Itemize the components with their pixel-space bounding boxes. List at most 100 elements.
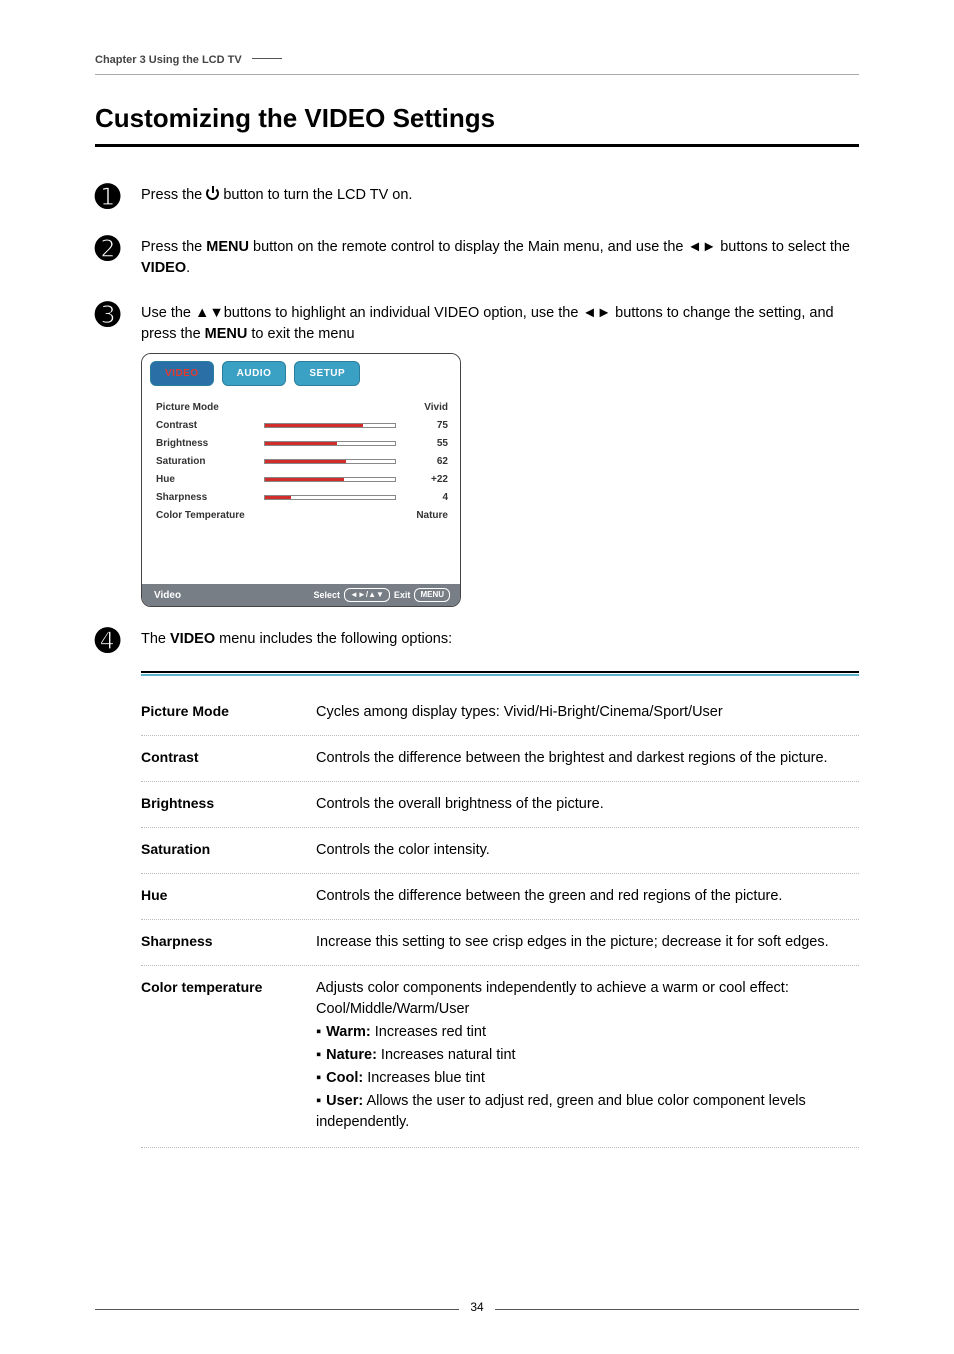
chapter-header: Chapter 3 Using the LCD TV: [95, 50, 859, 75]
osd-value-saturation: 62: [404, 456, 448, 467]
osd-tab-video[interactable]: VIDEO: [150, 361, 214, 386]
option-label-brightness: Brightness: [141, 794, 316, 811]
step-1-number: ➊: [95, 183, 141, 213]
osd-label-brightness: Brightness: [156, 438, 256, 449]
ct-user-b: User:: [326, 1093, 363, 1109]
s4-t1: The: [141, 631, 170, 647]
s2-t1: Press the: [141, 239, 206, 255]
s2-t3: .: [186, 260, 190, 276]
heading-rule: [95, 144, 859, 147]
chapter-dash: [252, 58, 282, 59]
osd-footer-title: Video: [154, 590, 181, 601]
osd-value-sharpness: 4: [404, 492, 448, 503]
osd-label-saturation: Saturation: [156, 456, 256, 467]
step-1-text-a: Press the: [141, 187, 206, 203]
ct-intro: Adjusts color components independently t…: [316, 980, 789, 1017]
option-label-picture-mode: Picture Mode: [141, 702, 316, 719]
option-desc-saturation: Controls the color intensity.: [316, 840, 859, 861]
osd-label-hue: Hue: [156, 474, 256, 485]
osd-bar-fill-contrast: [265, 424, 363, 427]
s2-t2: button on the remote control to display …: [249, 239, 850, 255]
osd-value-picture-mode: Vivid: [404, 402, 448, 413]
ct-warm-b: Warm:: [326, 1024, 371, 1040]
chapter-title: Chapter 3 Using the LCD TV: [95, 54, 242, 66]
page-footer: 34: [0, 1300, 954, 1314]
option-brightness: Brightness Controls the overall brightne…: [141, 782, 859, 828]
step-1-text: Press the button to turn the LCD TV on.: [141, 185, 859, 206]
osd-tabs: VIDEO AUDIO SETUP: [142, 354, 460, 392]
osd-bar-saturation[interactable]: [264, 459, 396, 464]
ct-user: ▪ User: Allows the user to adjust red, gr…: [316, 1091, 859, 1133]
bullet-icon: ▪: [316, 1093, 321, 1109]
step-3: ➌ Use the ▲▼buttons to highlight an indi…: [95, 303, 859, 345]
osd-bar-fill-brightness: [265, 442, 337, 445]
osd-label-color-temperature: Color Temperature: [156, 510, 245, 521]
option-sharpness: Sharpness Increase this setting to see c…: [141, 920, 859, 966]
osd-value-brightness: 55: [404, 438, 448, 449]
osd-bar-fill-hue: [265, 478, 344, 481]
osd-bar-contrast[interactable]: [264, 423, 396, 428]
step-1: ➊ Press the button to turn the LCD TV on…: [95, 185, 859, 213]
osd-tab-setup[interactable]: SETUP: [294, 361, 360, 386]
osd-row-hue: Hue +22: [156, 472, 448, 486]
step-2-number: ➋: [95, 235, 141, 265]
osd-content: Picture Mode Vivid Contrast 75 Brightnes…: [142, 392, 460, 584]
option-desc-contrast: Controls the difference between the brig…: [316, 748, 859, 769]
step-1-text-b: button to turn the LCD TV on.: [223, 187, 412, 203]
osd-bar-hue[interactable]: [264, 477, 396, 482]
step-2: ➋ Press the MENU button on the remote co…: [95, 237, 859, 279]
options-table: Picture Mode Cycles among display types:…: [141, 671, 859, 1148]
footer-rule-right: [495, 1309, 859, 1310]
osd-bar-sharpness[interactable]: [264, 495, 396, 500]
page-title: Customizing the VIDEO Settings: [95, 103, 859, 134]
option-label-saturation: Saturation: [141, 840, 316, 857]
step-3-number: ➌: [95, 301, 141, 331]
osd-bar-fill-sharpness: [265, 496, 291, 499]
ct-nature-t: Increases natural tint: [377, 1047, 516, 1063]
bullet-icon: ▪: [316, 1024, 321, 1040]
option-desc-brightness: Controls the overall brightness of the p…: [316, 794, 859, 815]
s2-b2: VIDEO: [141, 260, 186, 276]
osd-tab-audio[interactable]: AUDIO: [222, 361, 287, 386]
osd-screenshot: VIDEO AUDIO SETUP Picture Mode Vivid Con…: [141, 353, 859, 607]
osd-value-hue: +22: [404, 474, 448, 485]
bullet-icon: ▪: [316, 1070, 321, 1086]
ct-user-t: Allows the user to adjust red, green and…: [316, 1093, 806, 1130]
osd-key-menu: MENU: [414, 588, 450, 602]
osd-label-picture-mode: Picture Mode: [156, 402, 256, 413]
osd-label-sharpness: Sharpness: [156, 492, 256, 503]
step-4-text: The VIDEO menu includes the following op…: [141, 629, 859, 650]
osd-bar-brightness[interactable]: [264, 441, 396, 446]
s2-b1: MENU: [206, 239, 249, 255]
step-3-text: Use the ▲▼buttons to highlight an indivi…: [141, 303, 859, 345]
osd-row-picture-mode: Picture Mode Vivid: [156, 400, 448, 414]
osd-bar-fill-saturation: [265, 460, 346, 463]
option-picture-mode: Picture Mode Cycles among display types:…: [141, 690, 859, 736]
s4-t2: menu includes the following options:: [215, 631, 452, 647]
osd-footer-select: Select: [313, 590, 340, 600]
option-desc-hue: Controls the difference between the gree…: [316, 886, 859, 907]
step-4: ➍ The VIDEO menu includes the following …: [95, 629, 859, 657]
s3-b1: MENU: [205, 326, 248, 342]
option-label-sharpness: Sharpness: [141, 932, 316, 949]
ct-cool-b: Cool:: [326, 1070, 363, 1086]
ct-cool: ▪ Cool: Increases blue tint: [316, 1068, 859, 1089]
options-topbar: [141, 671, 859, 676]
option-label-hue: Hue: [141, 886, 316, 903]
ct-cool-t: Increases blue tint: [363, 1070, 485, 1086]
option-desc-sharpness: Increase this setting to see crisp edges…: [316, 932, 859, 953]
option-color-temperature: Color temperature Adjusts color componen…: [141, 966, 859, 1148]
osd-row-contrast: Contrast 75: [156, 418, 448, 432]
step-2-text: Press the MENU button on the remote cont…: [141, 237, 859, 279]
chapter-underline: [95, 74, 859, 75]
step-4-number: ➍: [95, 627, 141, 657]
osd-footer-keys: Select ◄►/▲▼ Exit MENU: [313, 588, 450, 602]
osd-footer-exit: Exit: [394, 590, 411, 600]
power-icon: [206, 187, 219, 200]
footer-rule-left: [95, 1309, 459, 1310]
osd-row-color-temperature: Color Temperature Nature: [156, 508, 448, 522]
osd-value-color-temperature: Nature: [404, 510, 448, 521]
s3-t2: to exit the menu: [247, 326, 354, 342]
option-hue: Hue Controls the difference between the …: [141, 874, 859, 920]
option-desc-color-temperature: Adjusts color components independently t…: [316, 978, 859, 1135]
